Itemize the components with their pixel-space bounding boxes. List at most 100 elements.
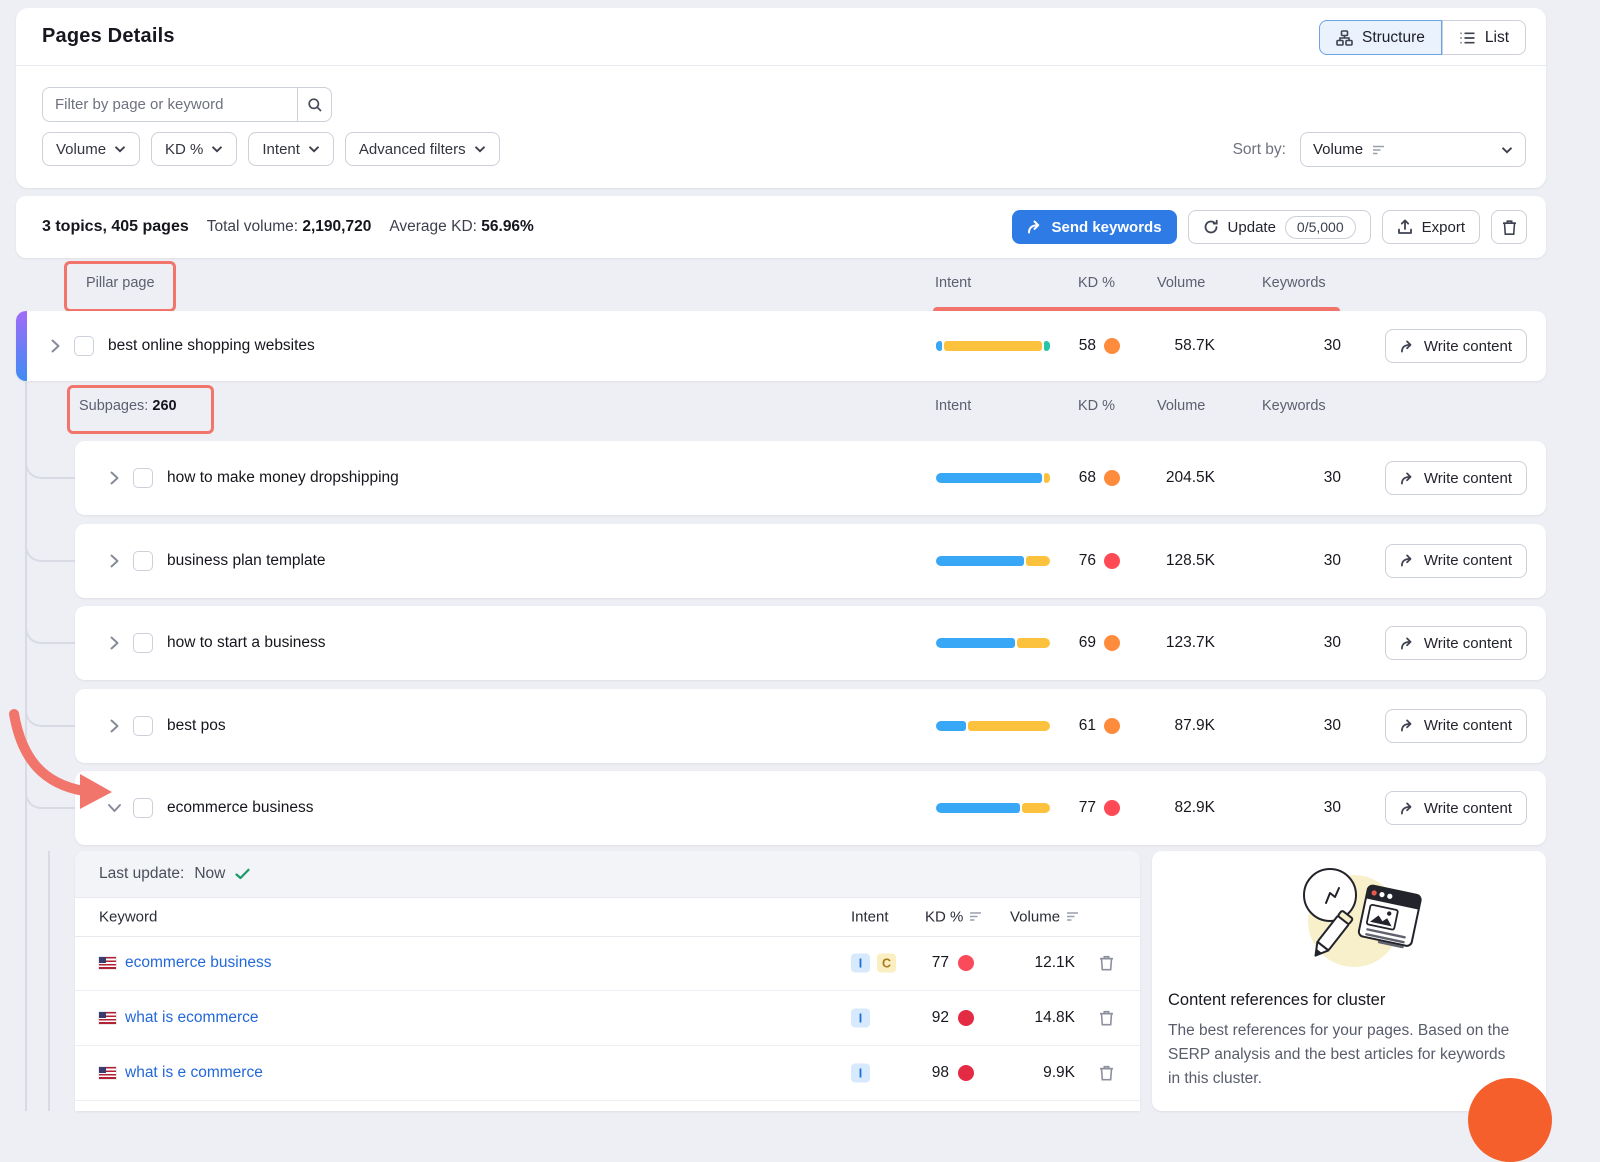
kd-dot	[1104, 800, 1120, 816]
kd-cell: 61	[1040, 717, 1120, 735]
structure-label: Structure	[1362, 29, 1425, 47]
keywords-count: 30	[1281, 469, 1341, 487]
row-checkbox[interactable]	[133, 468, 153, 488]
write-arrow-icon	[1400, 637, 1415, 650]
send-keywords-button[interactable]: Send keywords	[1012, 210, 1177, 244]
sort-select[interactable]: Volume	[1300, 132, 1526, 167]
pillar-accent-bar	[16, 311, 27, 381]
kd-column-label[interactable]: KD %	[925, 908, 982, 925]
filter-chips: Volume KD % Intent Advanced filters	[42, 132, 500, 166]
write-arrow-icon	[1400, 472, 1415, 485]
subpage-title: business plan template	[167, 552, 326, 570]
summary-bar: 3 topics, 405 pages Total volume: 2,190,…	[16, 196, 1546, 258]
average-kd: Average KD: 56.96%	[389, 218, 534, 236]
chevron-right-icon[interactable]	[110, 636, 119, 650]
volume-column-label[interactable]: Volume	[1010, 908, 1079, 925]
row-checkbox[interactable]	[133, 633, 153, 653]
send-keywords-label: Send keywords	[1052, 219, 1162, 236]
chevron-down-icon	[308, 145, 320, 153]
chevron-down-icon	[211, 145, 223, 153]
floating-action-button[interactable]	[1468, 1078, 1552, 1162]
list-label: List	[1485, 29, 1509, 47]
trash-icon[interactable]	[1099, 1010, 1114, 1027]
write-content-button[interactable]: Write content	[1385, 791, 1527, 825]
update-quota-badge: 0/5,000	[1285, 216, 1356, 239]
keywords-count: 30	[1281, 337, 1341, 355]
volume-value: 58.7K	[1125, 337, 1215, 355]
write-content-label: Write content	[1424, 470, 1512, 487]
write-arrow-icon	[1400, 340, 1415, 353]
chevron-right-icon[interactable]	[110, 554, 119, 568]
filter-chip-kd-[interactable]: KD %	[151, 132, 237, 166]
kd-value: 98	[932, 1064, 949, 1082]
subpage-row[interactable]: how to start a business 69 123.7K 30 Wri…	[75, 606, 1546, 680]
title-row: Pages Details Structure Li	[16, 8, 1546, 66]
subpage-row[interactable]: how to make money dropshipping 68 204.5K…	[75, 441, 1546, 515]
kd-value: 61	[1079, 717, 1096, 735]
reference-card-title: Content references for cluster	[1168, 991, 1385, 1010]
column-keywords-sub: Keywords	[1262, 398, 1326, 414]
trash-icon[interactable]	[1099, 1065, 1114, 1082]
search-button[interactable]	[297, 87, 332, 122]
list-icon	[1459, 31, 1476, 45]
filter-chip-advanced-filters[interactable]: Advanced filters	[345, 132, 500, 166]
write-content-label: Write content	[1424, 552, 1512, 569]
subpage-row[interactable]: best pos 61 87.9K 30 Write content	[75, 689, 1546, 763]
refresh-icon	[1203, 219, 1219, 235]
write-content-button[interactable]: Write content	[1385, 461, 1527, 495]
update-button[interactable]: Update 0/5,000	[1188, 210, 1371, 244]
kd-dot	[958, 1065, 974, 1081]
chevron-right-icon[interactable]	[110, 471, 119, 485]
delete-button[interactable]	[1491, 210, 1527, 244]
column-volume: Volume	[1157, 275, 1205, 291]
intent-badges: I	[851, 1064, 870, 1083]
pillar-page-column-label: Pillar page	[86, 275, 155, 291]
kd-dot	[1104, 718, 1120, 734]
kd-dot	[958, 955, 974, 971]
chevron-right-icon[interactable]	[51, 339, 60, 353]
subpage-row[interactable]: ecommerce business 77 82.9K 30 Write con…	[75, 771, 1546, 845]
subpages-count: 260	[152, 398, 176, 414]
write-content-button[interactable]: Write content	[1385, 544, 1527, 578]
kd-dot	[1104, 470, 1120, 486]
bulb-pencil-illustration	[1274, 859, 1424, 984]
volume-value: 9.9K	[995, 1064, 1075, 1082]
filter-chip-volume[interactable]: Volume	[42, 132, 140, 166]
check-icon	[235, 868, 250, 880]
write-arrow-icon	[1400, 719, 1415, 732]
filter-chip-intent[interactable]: Intent	[248, 132, 334, 166]
content-references-card: Content references for cluster The best …	[1152, 851, 1546, 1111]
write-content-button[interactable]: Write content	[1385, 329, 1527, 363]
write-content-label: Write content	[1424, 717, 1512, 734]
subpage-title: best pos	[167, 717, 226, 735]
search-input[interactable]	[42, 87, 297, 122]
export-button[interactable]: Export	[1382, 210, 1480, 244]
write-content-button[interactable]: Write content	[1385, 709, 1527, 743]
write-content-button[interactable]: Write content	[1385, 626, 1527, 660]
write-arrow-icon	[1400, 554, 1415, 567]
column-kd-sub: KD %	[1078, 398, 1115, 414]
view-toggle: Structure List	[1319, 20, 1526, 55]
search-control	[42, 87, 332, 122]
keyword-link[interactable]: what is e commerce	[99, 1064, 263, 1082]
row-checkbox[interactable]	[133, 551, 153, 571]
trash-icon[interactable]	[1099, 955, 1114, 972]
kd-cell: 69	[1040, 634, 1120, 652]
kd-value: 68	[1079, 469, 1096, 487]
keyword-link[interactable]: what is ecommerce	[99, 1009, 259, 1027]
subpage-row[interactable]: business plan template 76 128.5K 30 Writ…	[75, 524, 1546, 598]
structure-toggle-button[interactable]: Structure	[1319, 20, 1442, 55]
volume-value: 14.8K	[995, 1009, 1075, 1027]
pillar-page-title: best online shopping websites	[108, 337, 315, 355]
pillar-page-row[interactable]: best online shopping websites 58 58.7K 3…	[16, 311, 1546, 381]
row-checkbox[interactable]	[74, 336, 94, 356]
list-toggle-button[interactable]: List	[1442, 20, 1526, 55]
reference-card-body: The best references for your pages. Base…	[1168, 1019, 1516, 1091]
column-intent: Intent	[935, 275, 971, 291]
export-label: Export	[1422, 219, 1465, 236]
tree-connector-line-child	[48, 851, 50, 1111]
volume-value: 204.5K	[1125, 469, 1215, 487]
column-kd: KD %	[1078, 275, 1115, 291]
keyword-link[interactable]: ecommerce business	[99, 954, 271, 972]
send-arrow-icon	[1027, 220, 1043, 234]
